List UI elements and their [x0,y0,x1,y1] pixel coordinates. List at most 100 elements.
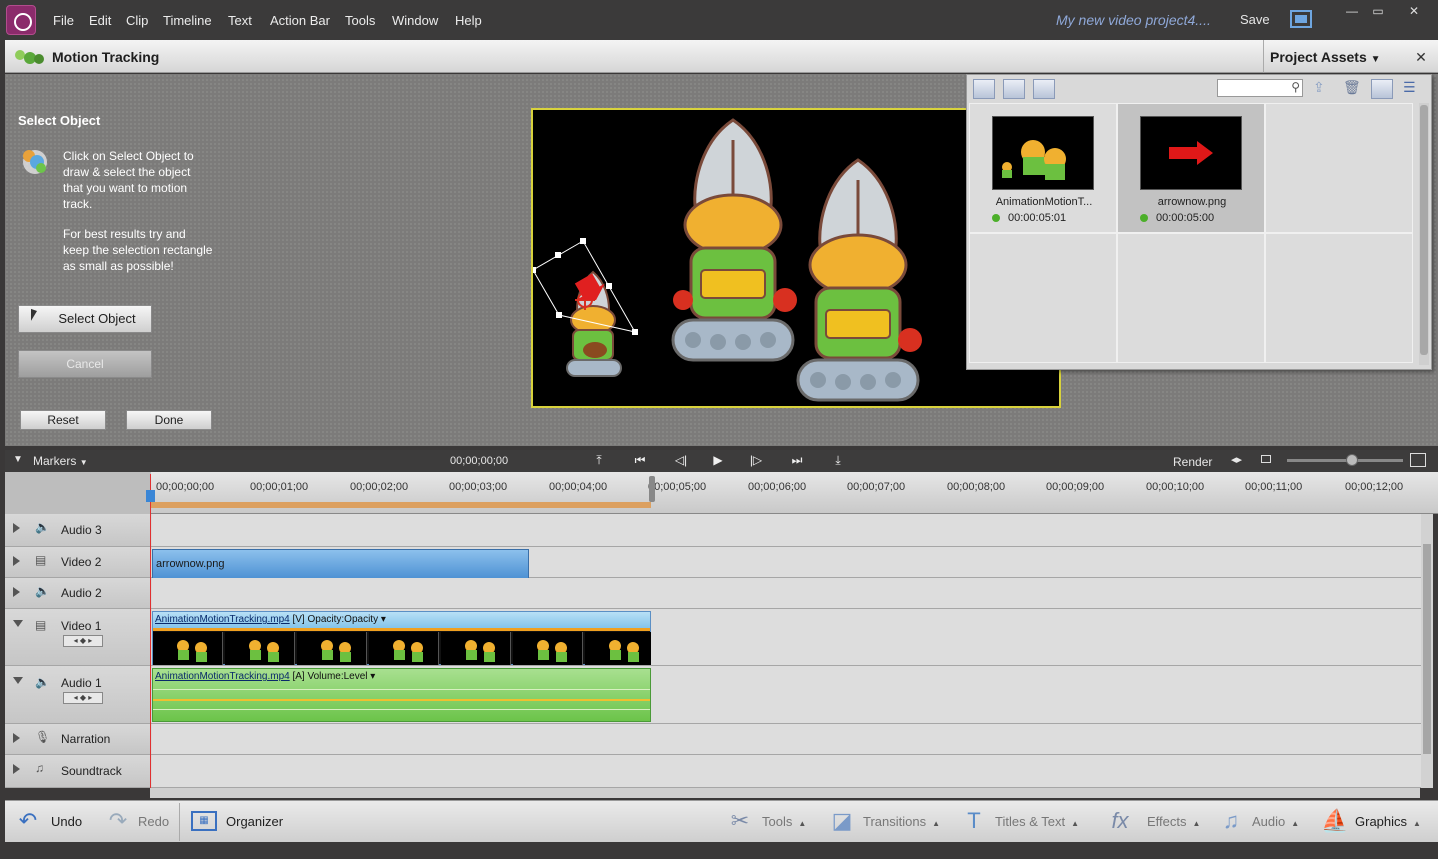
save-button[interactable]: Save [1240,12,1270,27]
audio-button[interactable]: Audio ▲ [1252,814,1299,829]
expand-icon[interactable] [13,764,20,774]
menu-timeline[interactable]: Timeline [163,13,212,28]
microphone-icon[interactable]: 🎙 [35,730,50,744]
render-button[interactable]: Render [1173,455,1212,469]
asset-search-input[interactable]: ⚲ [1217,79,1303,97]
volume-line[interactable] [153,699,650,701]
zoom-slider-handle[interactable] [1346,454,1358,466]
playhead-handle[interactable] [146,490,155,502]
fullscreen-icon[interactable] [1290,10,1312,28]
filter-image-icon[interactable] [1003,79,1025,99]
expand-icon[interactable] [13,733,20,743]
project-assets-dropdown[interactable]: Project Assets ▼ [1270,49,1381,65]
opacity-line[interactable] [153,628,650,631]
audio-icon[interactable]: ♫ [1218,808,1244,834]
film-icon[interactable]: ▤ [35,553,49,567]
titles-text-icon[interactable]: T [961,808,987,834]
keyframe-controls[interactable]: ◂ ◆ ▸ [63,635,103,647]
step-forward-icon[interactable]: |▷ [747,453,765,469]
tools-button[interactable]: Tools ▲ [762,814,806,829]
menu-edit[interactable]: Edit [89,13,111,28]
playhead-line[interactable] [150,474,151,788]
organizer-button[interactable]: Organizer [226,814,283,829]
menu-text[interactable]: Text [228,13,252,28]
zoom-in-icon[interactable] [1410,453,1426,467]
image-clip[interactable]: arrownow.png [152,549,529,579]
film-icon[interactable]: ▤ [35,618,49,632]
collapse-icon[interactable] [13,677,23,684]
menu-clip[interactable]: Clip [126,13,148,28]
reset-button[interactable]: Reset [20,410,106,430]
filter-audio-icon[interactable] [1033,79,1055,99]
speaker-icon[interactable]: 🔈 [35,584,50,598]
zoom-slider[interactable] [1287,459,1403,462]
filter-video-icon[interactable] [973,79,995,99]
transitions-button[interactable]: Transitions ▲ [863,814,940,829]
speaker-icon[interactable]: 🔈 [35,520,50,534]
asset-item[interactable]: AnimationMotionT... 00:00:05:01 [969,103,1117,233]
close-icon[interactable]: ✕ [1412,48,1430,66]
timeline-vertical-scrollbar[interactable] [1421,514,1433,788]
import-icon[interactable]: ⇪ [1313,79,1333,99]
organizer-icon[interactable]: ▦ [191,811,217,831]
redo-icon[interactable]: ↷ [105,808,131,834]
menu-help[interactable]: Help [455,13,482,28]
expand-icon[interactable] [13,556,20,566]
work-area-end-handle[interactable] [649,476,655,502]
track-lane[interactable] [152,755,1421,787]
next-edit-icon[interactable]: ⏭ [788,453,806,469]
go-to-end-icon[interactable]: ⤓ [829,453,847,469]
video-clip[interactable]: AnimationMotionTracking.mp4 [V] Opacity:… [152,611,651,665]
transitions-icon[interactable]: ◪ [829,808,855,834]
close-window-icon[interactable]: ✕ [1400,3,1428,19]
menu-file[interactable]: File [53,13,74,28]
select-object-button[interactable]: Select Object [18,305,152,333]
track-lane[interactable] [152,578,1421,608]
zoom-out-icon[interactable] [1261,455,1271,463]
timeline-horizontal-scrollbar[interactable] [150,788,1420,798]
effects-icon[interactable]: fx [1107,808,1133,834]
audio-clip[interactable]: AnimationMotionTracking.mp4 [A] Volume:L… [152,668,651,722]
assets-scrollbar[interactable] [1419,103,1429,365]
track-lane[interactable]: AnimationMotionTracking.mp4 [A] Volume:L… [152,666,1421,723]
collapse-icon[interactable] [13,620,23,627]
keyframe-controls[interactable]: ◂ ◆ ▸ [63,692,103,704]
step-back-icon[interactable]: ◁| [672,453,690,469]
maximize-icon[interactable]: ▭ [1364,3,1392,19]
speaker-icon[interactable]: 🔈 [35,675,50,689]
titles-text-button[interactable]: Titles & Text ▲ [995,814,1079,829]
go-to-start-icon[interactable]: ⤒ [590,453,608,469]
asset-item[interactable]: arrownow.png 00:00:05:00 [1117,103,1265,233]
graphics-icon[interactable]: ⛵ [1321,808,1348,834]
collapse-icon[interactable]: ▼ [13,454,23,465]
undo-button[interactable]: Undo [51,814,82,829]
minimize-icon[interactable]: — [1338,3,1366,19]
track-lane[interactable]: AnimationMotionTracking.mp4 [V] Opacity:… [152,609,1421,665]
music-note-icon[interactable]: ♫ [35,761,49,775]
done-button[interactable]: Done [126,410,212,430]
menu-action-bar[interactable]: Action Bar [270,13,330,28]
menu-window[interactable]: Window [392,13,438,28]
timecode-display[interactable]: 00;00;00;00 [450,455,508,467]
fit-icon[interactable]: ◂▸ [1231,453,1242,466]
opacity-dropdown[interactable]: Opacity:Opacity ▾ [307,614,385,625]
expand-icon[interactable] [13,587,20,597]
previous-edit-icon[interactable]: ⏮ [631,453,649,469]
pin-icon[interactable] [1371,79,1393,99]
cancel-button[interactable]: Cancel [18,350,152,378]
app-logo-icon[interactable] [6,5,36,35]
play-icon[interactable]: ▶ [709,453,727,469]
graphics-button[interactable]: Graphics ▲ [1355,814,1421,829]
volume-dropdown[interactable]: Volume:Level ▾ [307,671,375,682]
track-lane[interactable] [152,724,1421,754]
markers-dropdown[interactable]: Markers ▼ [33,454,88,468]
effects-button[interactable]: Effects ▲ [1147,814,1200,829]
work-area-bar[interactable] [151,502,651,508]
tools-icon[interactable]: ✂ [727,808,753,834]
panel-menu-icon[interactable]: ☰ [1403,79,1423,99]
menu-tools[interactable]: Tools [345,13,375,28]
delete-icon[interactable]: 🗑 [1343,79,1363,99]
track-lane[interactable] [152,514,1421,546]
expand-icon[interactable] [13,523,20,533]
undo-icon[interactable]: ↶ [15,808,41,834]
